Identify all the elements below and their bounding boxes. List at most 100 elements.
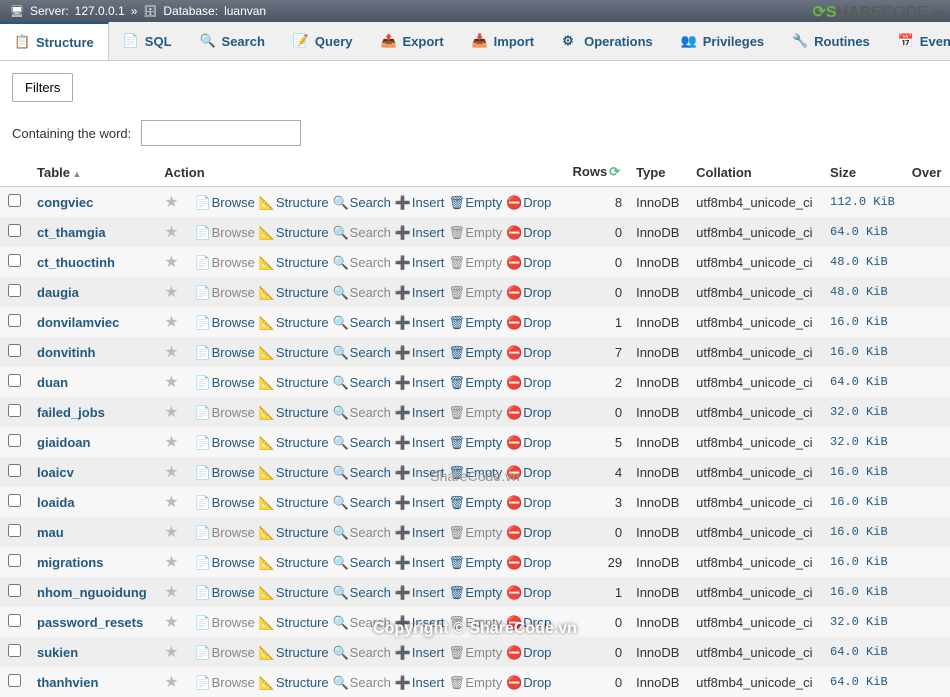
tab-query[interactable]: 📝Query [279, 22, 367, 60]
action-empty[interactable]: 🗑Empty [448, 525, 502, 540]
action-drop[interactable]: ⛔Drop [506, 225, 551, 240]
action-browse[interactable]: 📄Browse [195, 615, 255, 630]
action-structure[interactable]: 📐Structure [259, 345, 329, 360]
tab-import[interactable]: 📥Import [458, 22, 548, 60]
row-checkbox[interactable] [8, 374, 21, 387]
table-name-link[interactable]: duan [37, 375, 68, 390]
action-browse[interactable]: 📄Browse [195, 495, 255, 510]
table-name-link[interactable]: thanhvien [37, 675, 98, 690]
table-name-link[interactable]: nhom_nguoidung [37, 585, 147, 600]
row-checkbox[interactable] [8, 674, 21, 687]
header-collation[interactable]: Collation [688, 158, 822, 187]
header-table[interactable]: Table [29, 158, 156, 187]
favorite-star-icon[interactable]: ★ [164, 524, 178, 541]
action-search[interactable]: 🔍Search [333, 555, 391, 570]
action-empty[interactable]: 🗑Empty [448, 195, 502, 210]
action-browse[interactable]: 📄Browse [195, 645, 255, 660]
action-search[interactable]: 🔍Search [333, 315, 391, 330]
table-name-link[interactable]: failed_jobs [37, 405, 105, 420]
action-browse[interactable]: 📄Browse [195, 195, 255, 210]
action-structure[interactable]: 📐Structure [259, 525, 329, 540]
action-empty[interactable]: 🗑Empty [448, 345, 502, 360]
action-empty[interactable]: 🗑Empty [448, 375, 502, 390]
action-insert[interactable]: ➕Insert [395, 615, 445, 630]
action-search[interactable]: 🔍Search [333, 525, 391, 540]
action-search[interactable]: 🔍Search [333, 195, 391, 210]
favorite-star-icon[interactable]: ★ [164, 464, 178, 481]
favorite-star-icon[interactable]: ★ [164, 554, 178, 571]
action-structure[interactable]: 📐Structure [259, 675, 329, 690]
db-name[interactable]: luanvan [224, 4, 266, 18]
favorite-star-icon[interactable]: ★ [164, 434, 178, 451]
action-insert[interactable]: ➕Insert [395, 225, 445, 240]
favorite-star-icon[interactable]: ★ [164, 494, 178, 511]
tab-event[interactable]: 📅Event [884, 22, 950, 60]
favorite-star-icon[interactable]: ★ [164, 224, 178, 241]
action-drop[interactable]: ⛔Drop [506, 375, 551, 390]
action-drop[interactable]: ⛔Drop [506, 585, 551, 600]
action-insert[interactable]: ➕Insert [395, 405, 445, 420]
action-search[interactable]: 🔍Search [333, 435, 391, 450]
action-search[interactable]: 🔍Search [333, 465, 391, 480]
tab-operations[interactable]: ⚙Operations [548, 22, 667, 60]
action-insert[interactable]: ➕Insert [395, 675, 445, 690]
action-drop[interactable]: ⛔Drop [506, 195, 551, 210]
action-structure[interactable]: 📐Structure [259, 285, 329, 300]
action-structure[interactable]: 📐Structure [259, 585, 329, 600]
refresh-icon[interactable]: ⟳ [609, 164, 620, 180]
row-checkbox[interactable] [8, 614, 21, 627]
action-drop[interactable]: ⛔Drop [506, 465, 551, 480]
favorite-star-icon[interactable]: ★ [164, 584, 178, 601]
filters-button[interactable]: Filters [12, 73, 73, 102]
action-empty[interactable]: 🗑Empty [448, 465, 502, 480]
tab-sql[interactable]: 📄SQL [109, 22, 186, 60]
header-type[interactable]: Type [628, 158, 688, 187]
action-browse[interactable]: 📄Browse [195, 675, 255, 690]
table-name-link[interactable]: password_resets [37, 615, 143, 630]
action-insert[interactable]: ➕Insert [395, 645, 445, 660]
action-empty[interactable]: 🗑Empty [448, 675, 502, 690]
header-rows[interactable]: Rows⟳ [564, 158, 628, 187]
action-structure[interactable]: 📐Structure [259, 405, 329, 420]
action-drop[interactable]: ⛔Drop [506, 645, 551, 660]
action-insert[interactable]: ➕Insert [395, 555, 445, 570]
row-checkbox[interactable] [8, 224, 21, 237]
tab-structure[interactable]: 📋Structure [0, 22, 109, 60]
action-empty[interactable]: 🗑Empty [448, 585, 502, 600]
action-drop[interactable]: ⛔Drop [506, 285, 551, 300]
action-browse[interactable]: 📄Browse [195, 585, 255, 600]
header-overhead[interactable]: Over [904, 158, 950, 187]
action-search[interactable]: 🔍Search [333, 345, 391, 360]
favorite-star-icon[interactable]: ★ [164, 614, 178, 631]
action-drop[interactable]: ⛔Drop [506, 345, 551, 360]
row-checkbox[interactable] [8, 524, 21, 537]
action-browse[interactable]: 📄Browse [195, 435, 255, 450]
action-drop[interactable]: ⛔Drop [506, 615, 551, 630]
action-search[interactable]: 🔍Search [333, 495, 391, 510]
favorite-star-icon[interactable]: ★ [164, 284, 178, 301]
action-drop[interactable]: ⛔Drop [506, 495, 551, 510]
action-structure[interactable]: 📐Structure [259, 375, 329, 390]
favorite-star-icon[interactable]: ★ [164, 254, 178, 271]
action-structure[interactable]: 📐Structure [259, 555, 329, 570]
favorite-star-icon[interactable]: ★ [164, 374, 178, 391]
action-structure[interactable]: 📐Structure [259, 195, 329, 210]
action-browse[interactable]: 📄Browse [195, 225, 255, 240]
action-browse[interactable]: 📄Browse [195, 525, 255, 540]
action-search[interactable]: 🔍Search [333, 405, 391, 420]
action-insert[interactable]: ➕Insert [395, 255, 445, 270]
action-empty[interactable]: 🗑Empty [448, 405, 502, 420]
row-checkbox[interactable] [8, 644, 21, 657]
action-drop[interactable]: ⛔Drop [506, 555, 551, 570]
action-insert[interactable]: ➕Insert [395, 435, 445, 450]
action-insert[interactable]: ➕Insert [395, 315, 445, 330]
favorite-star-icon[interactable]: ★ [164, 674, 178, 691]
favorite-star-icon[interactable]: ★ [164, 194, 178, 211]
action-insert[interactable]: ➕Insert [395, 375, 445, 390]
action-insert[interactable]: ➕Insert [395, 525, 445, 540]
action-structure[interactable]: 📐Structure [259, 435, 329, 450]
row-checkbox[interactable] [8, 584, 21, 597]
action-empty[interactable]: 🗑Empty [448, 315, 502, 330]
row-checkbox[interactable] [8, 554, 21, 567]
action-drop[interactable]: ⛔Drop [506, 255, 551, 270]
